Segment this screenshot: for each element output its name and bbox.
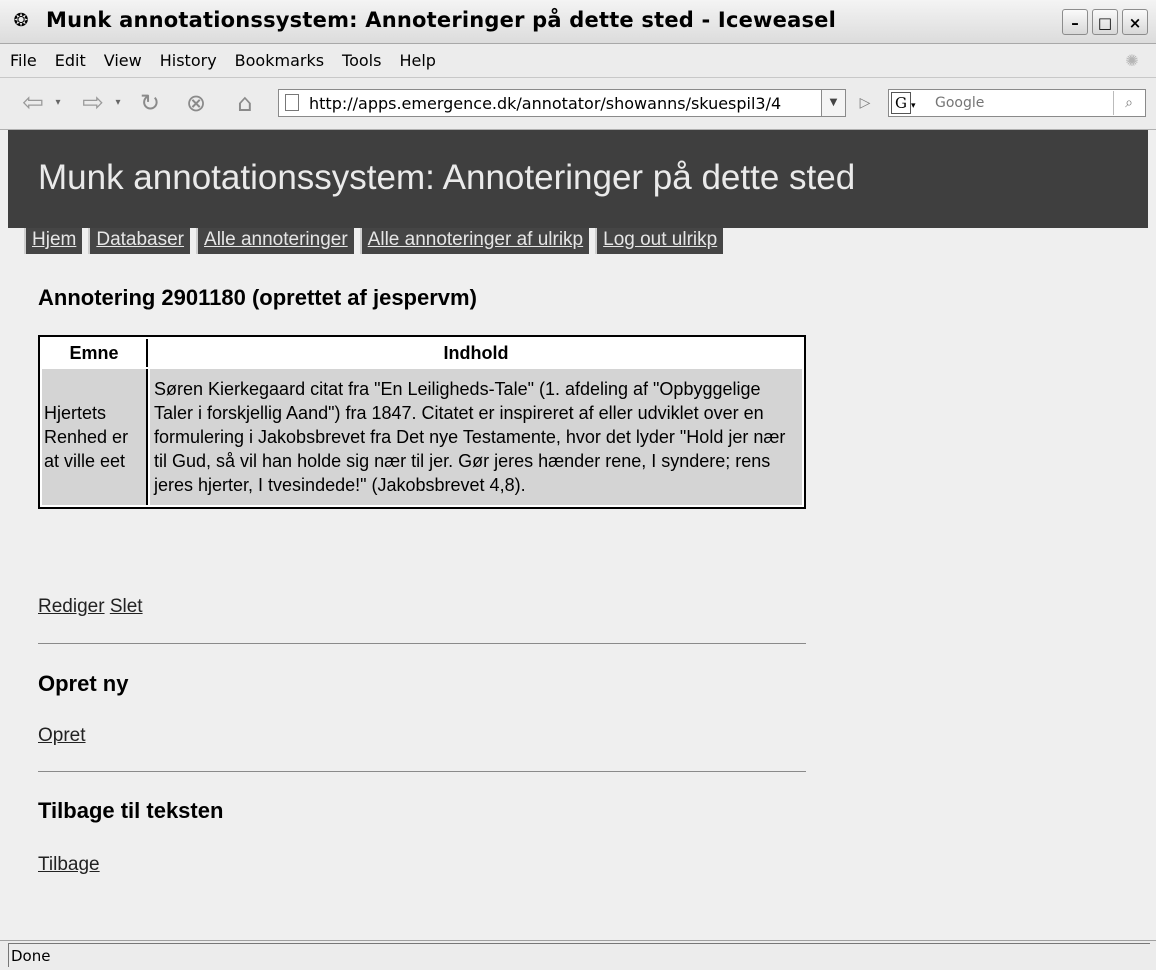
annotation-table: Emne Indhold Hjertets Renhed er at ville… — [38, 335, 806, 509]
back-heading: Tilbage til teksten — [38, 798, 224, 823]
annotation-actions: Rediger Slet — [38, 596, 143, 618]
throbber-icon: ✺ — [1125, 51, 1139, 70]
annotation-subject: Hjertets Renhed er at ville eet — [42, 369, 148, 505]
tab-hjem[interactable]: Hjem — [24, 228, 83, 254]
url-text[interactable]: http://apps.emergence.dk/annotator/showa… — [309, 94, 815, 113]
maximize-button[interactable]: □ — [1092, 9, 1118, 35]
forward-dropdown-icon[interactable]: ▾ — [112, 88, 124, 118]
status-panel: Done — [8, 943, 1150, 967]
page-icon — [285, 94, 299, 111]
menu-file[interactable]: File — [8, 51, 39, 70]
home-icon[interactable]: ⌂ — [228, 88, 262, 118]
table-header-row: Emne Indhold — [42, 339, 802, 367]
annotation-heading: Annotering 2901180 (oprettet af jespervm… — [38, 285, 477, 310]
site-nav-tabs: Hjem Databaser Alle annoteringer Alle an… — [24, 228, 724, 254]
status-bar: Done — [0, 940, 1156, 970]
tab-log-out[interactable]: Log out ulrikp — [595, 228, 724, 254]
tab-databaser[interactable]: Databaser — [88, 228, 191, 254]
annotation-content: Søren Kierkegaard citat fra "En Leilighe… — [150, 369, 802, 505]
back-arrow-icon[interactable]: ⇦ — [16, 88, 50, 118]
column-header-indhold: Indhold — [150, 339, 802, 367]
site-banner: Munk annotationssystem: Annoteringer på … — [8, 130, 1148, 228]
table-row: Hjertets Renhed er at ville eet Søren Ki… — [42, 369, 802, 505]
site-title: Munk annotationssystem: Annoteringer på … — [38, 158, 856, 197]
search-bar[interactable]: G▾ ⌕ — [888, 89, 1146, 117]
back-actions: Tilbage — [38, 854, 100, 876]
column-header-emne: Emne — [42, 339, 148, 367]
google-icon: G — [891, 92, 911, 114]
menu-bar: File Edit View History Bookmarks Tools H… — [0, 44, 1156, 78]
divider — [38, 771, 806, 772]
tab-alle-annoteringer[interactable]: Alle annoteringer — [196, 228, 354, 254]
delete-link[interactable]: Slet — [110, 596, 143, 617]
go-arrow-icon[interactable]: ▷ — [852, 89, 878, 117]
search-icon[interactable]: ⌕ — [1113, 91, 1144, 115]
create-link[interactable]: Opret — [38, 725, 86, 746]
search-input[interactable] — [935, 93, 1105, 113]
url-bar[interactable]: http://apps.emergence.dk/annotator/showa… — [278, 89, 822, 117]
forward-arrow-icon[interactable]: ⇨ — [76, 88, 110, 118]
menu-history[interactable]: History — [158, 51, 219, 70]
menu-view[interactable]: View — [102, 51, 144, 70]
page-viewport: Munk annotationssystem: Annoteringer på … — [8, 130, 1148, 940]
close-button[interactable]: × — [1122, 9, 1148, 35]
edit-link[interactable]: Rediger — [38, 596, 105, 617]
menu-bookmarks[interactable]: Bookmarks — [233, 51, 326, 70]
status-text: Done — [11, 947, 51, 965]
menu-edit[interactable]: Edit — [53, 51, 88, 70]
create-heading: Opret ny — [38, 671, 129, 696]
search-engine-selector[interactable]: G ▾ — [891, 92, 931, 114]
minimize-button[interactable]: – — [1062, 9, 1088, 35]
navigation-toolbar: ⇦ ▾ ⇨ ▾ ↻ ⊗ ⌂ http://apps.emergence.dk/a… — [0, 78, 1156, 130]
back-link[interactable]: Tilbage — [38, 854, 100, 875]
stop-icon[interactable]: ⊗ — [180, 88, 212, 118]
tab-alle-annoteringer-af-ulrikp[interactable]: Alle annoteringer af ulrikp — [359, 228, 590, 254]
window-title-bar: ❂ Munk annotationssystem: Annoteringer p… — [0, 0, 1156, 44]
engine-dropdown-icon: ▾ — [911, 101, 916, 111]
divider — [38, 643, 806, 644]
create-actions: Opret — [38, 725, 86, 747]
window-controls: – □ × — [1062, 9, 1148, 35]
back-dropdown-icon[interactable]: ▾ — [52, 88, 64, 118]
reload-icon[interactable]: ↻ — [134, 88, 166, 118]
url-history-dropdown-icon[interactable]: ▼ — [822, 89, 846, 117]
window-title: Munk annotationssystem: Annoteringer på … — [46, 8, 836, 32]
iceweasel-icon: ❂ — [13, 10, 29, 31]
menu-help[interactable]: Help — [397, 51, 437, 70]
menu-tools[interactable]: Tools — [340, 51, 383, 70]
